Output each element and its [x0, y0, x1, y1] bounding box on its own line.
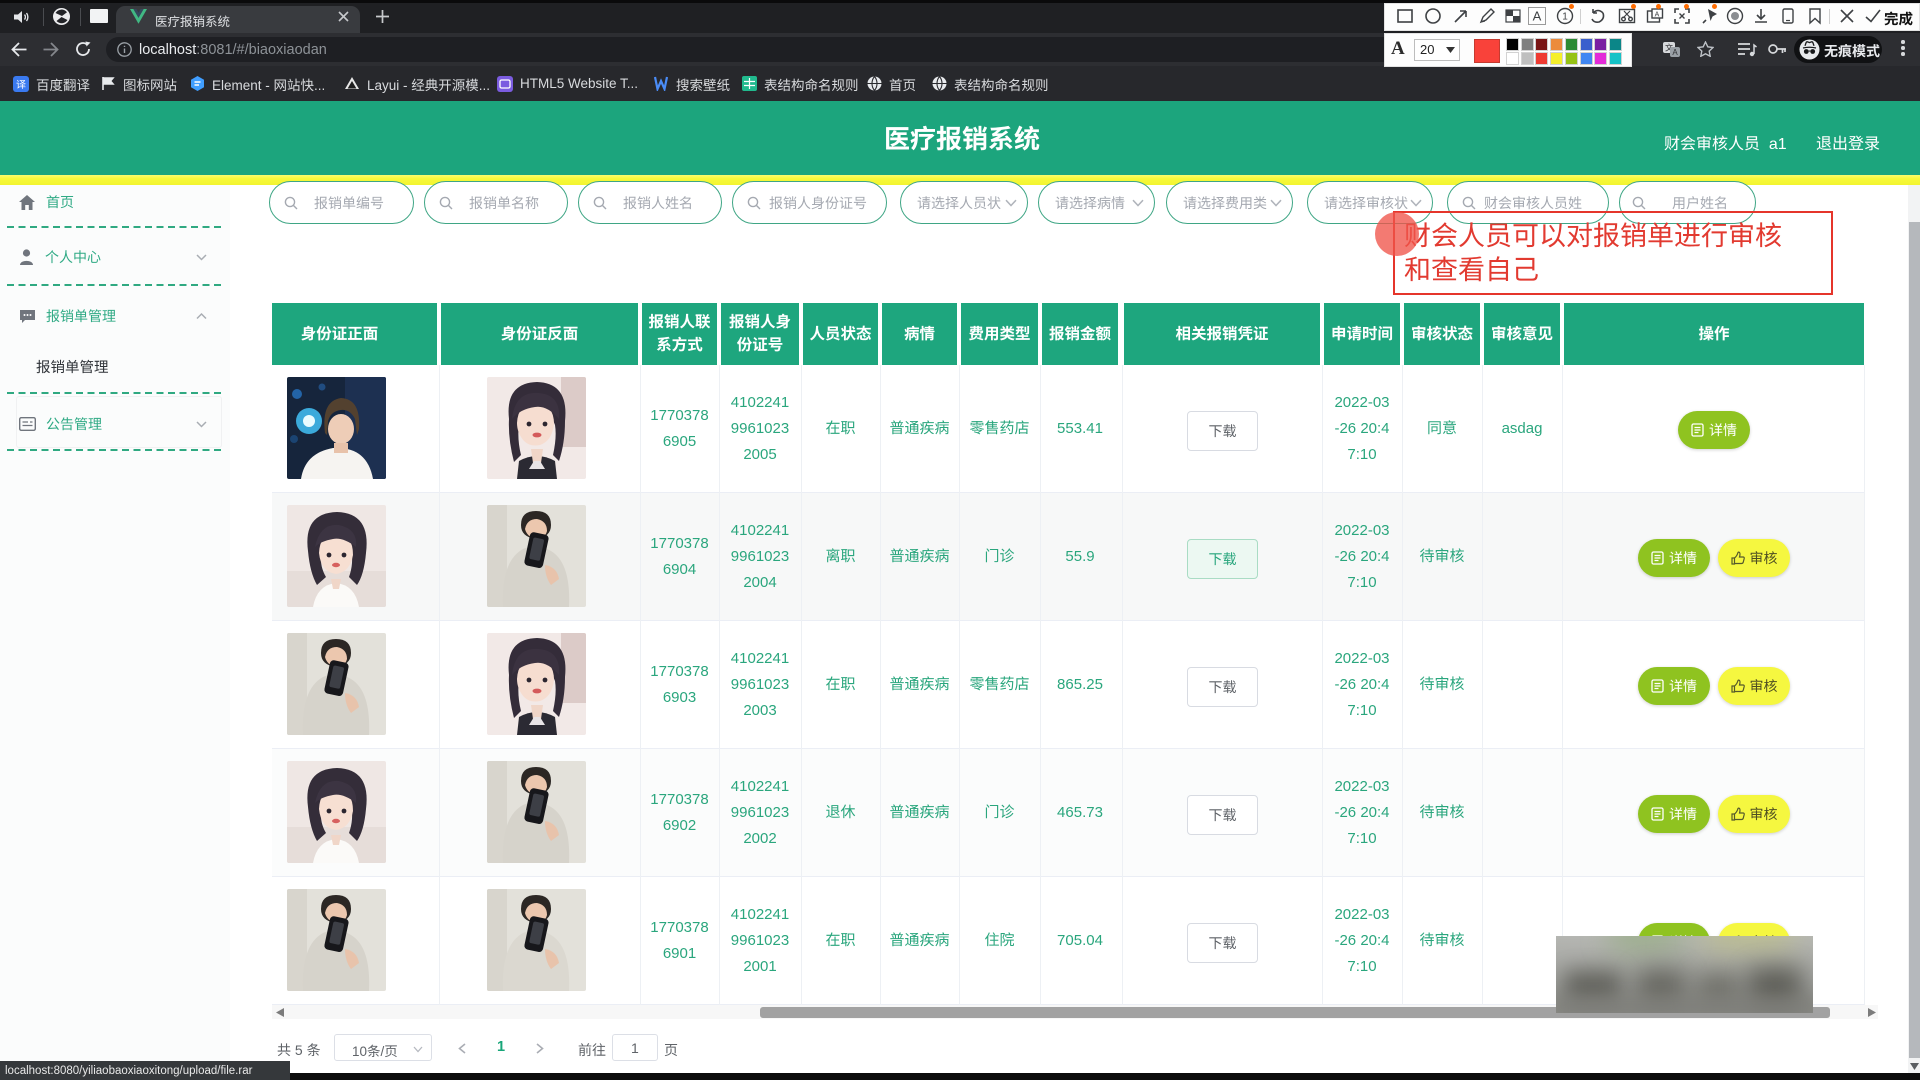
svg-text:A: A	[1533, 9, 1542, 24]
svg-text:1: 1	[1562, 12, 1568, 23]
svg-text:A: A	[1655, 12, 1660, 19]
svg-text:A: A	[1672, 48, 1678, 57]
svg-text:译: 译	[16, 76, 26, 91]
